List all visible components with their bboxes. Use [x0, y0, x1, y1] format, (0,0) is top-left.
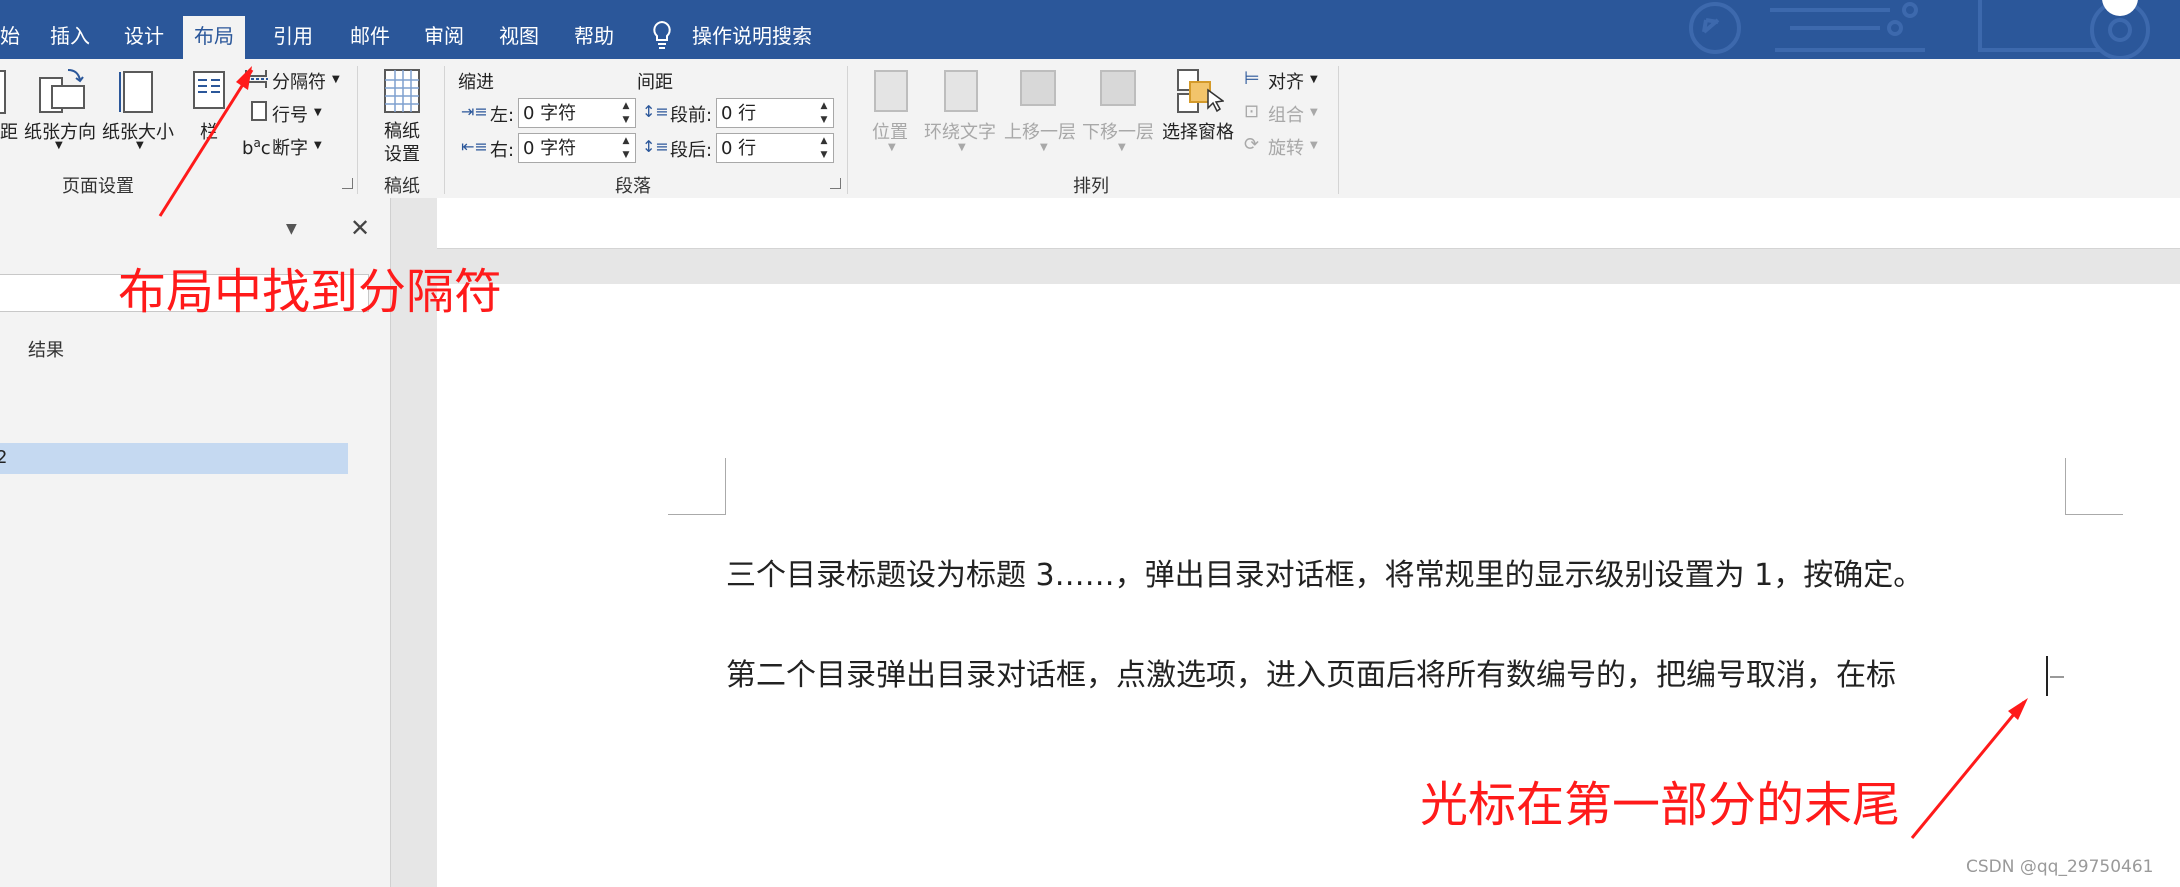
annotation-find-breaks: 布局中找到分隔符	[118, 264, 503, 320]
annotation-arrows	[158, 66, 2028, 839]
watermark: CSDN @qq_29750461	[1966, 857, 2154, 877]
annotation-cursor-note: 光标在第一部分的末尾	[1420, 777, 1901, 833]
